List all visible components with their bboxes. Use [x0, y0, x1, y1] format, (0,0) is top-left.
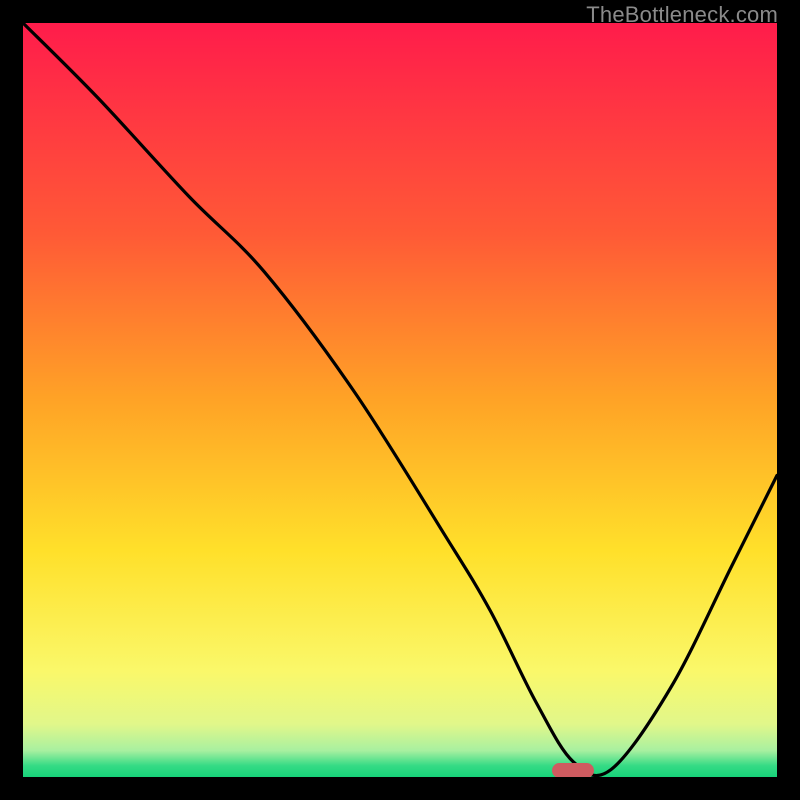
- plot-area: [23, 23, 777, 777]
- chart-frame: TheBottleneck.com: [0, 0, 800, 800]
- watermark-text: TheBottleneck.com: [586, 2, 778, 28]
- optimal-marker: [552, 763, 594, 777]
- bottleneck-curve: [23, 23, 777, 777]
